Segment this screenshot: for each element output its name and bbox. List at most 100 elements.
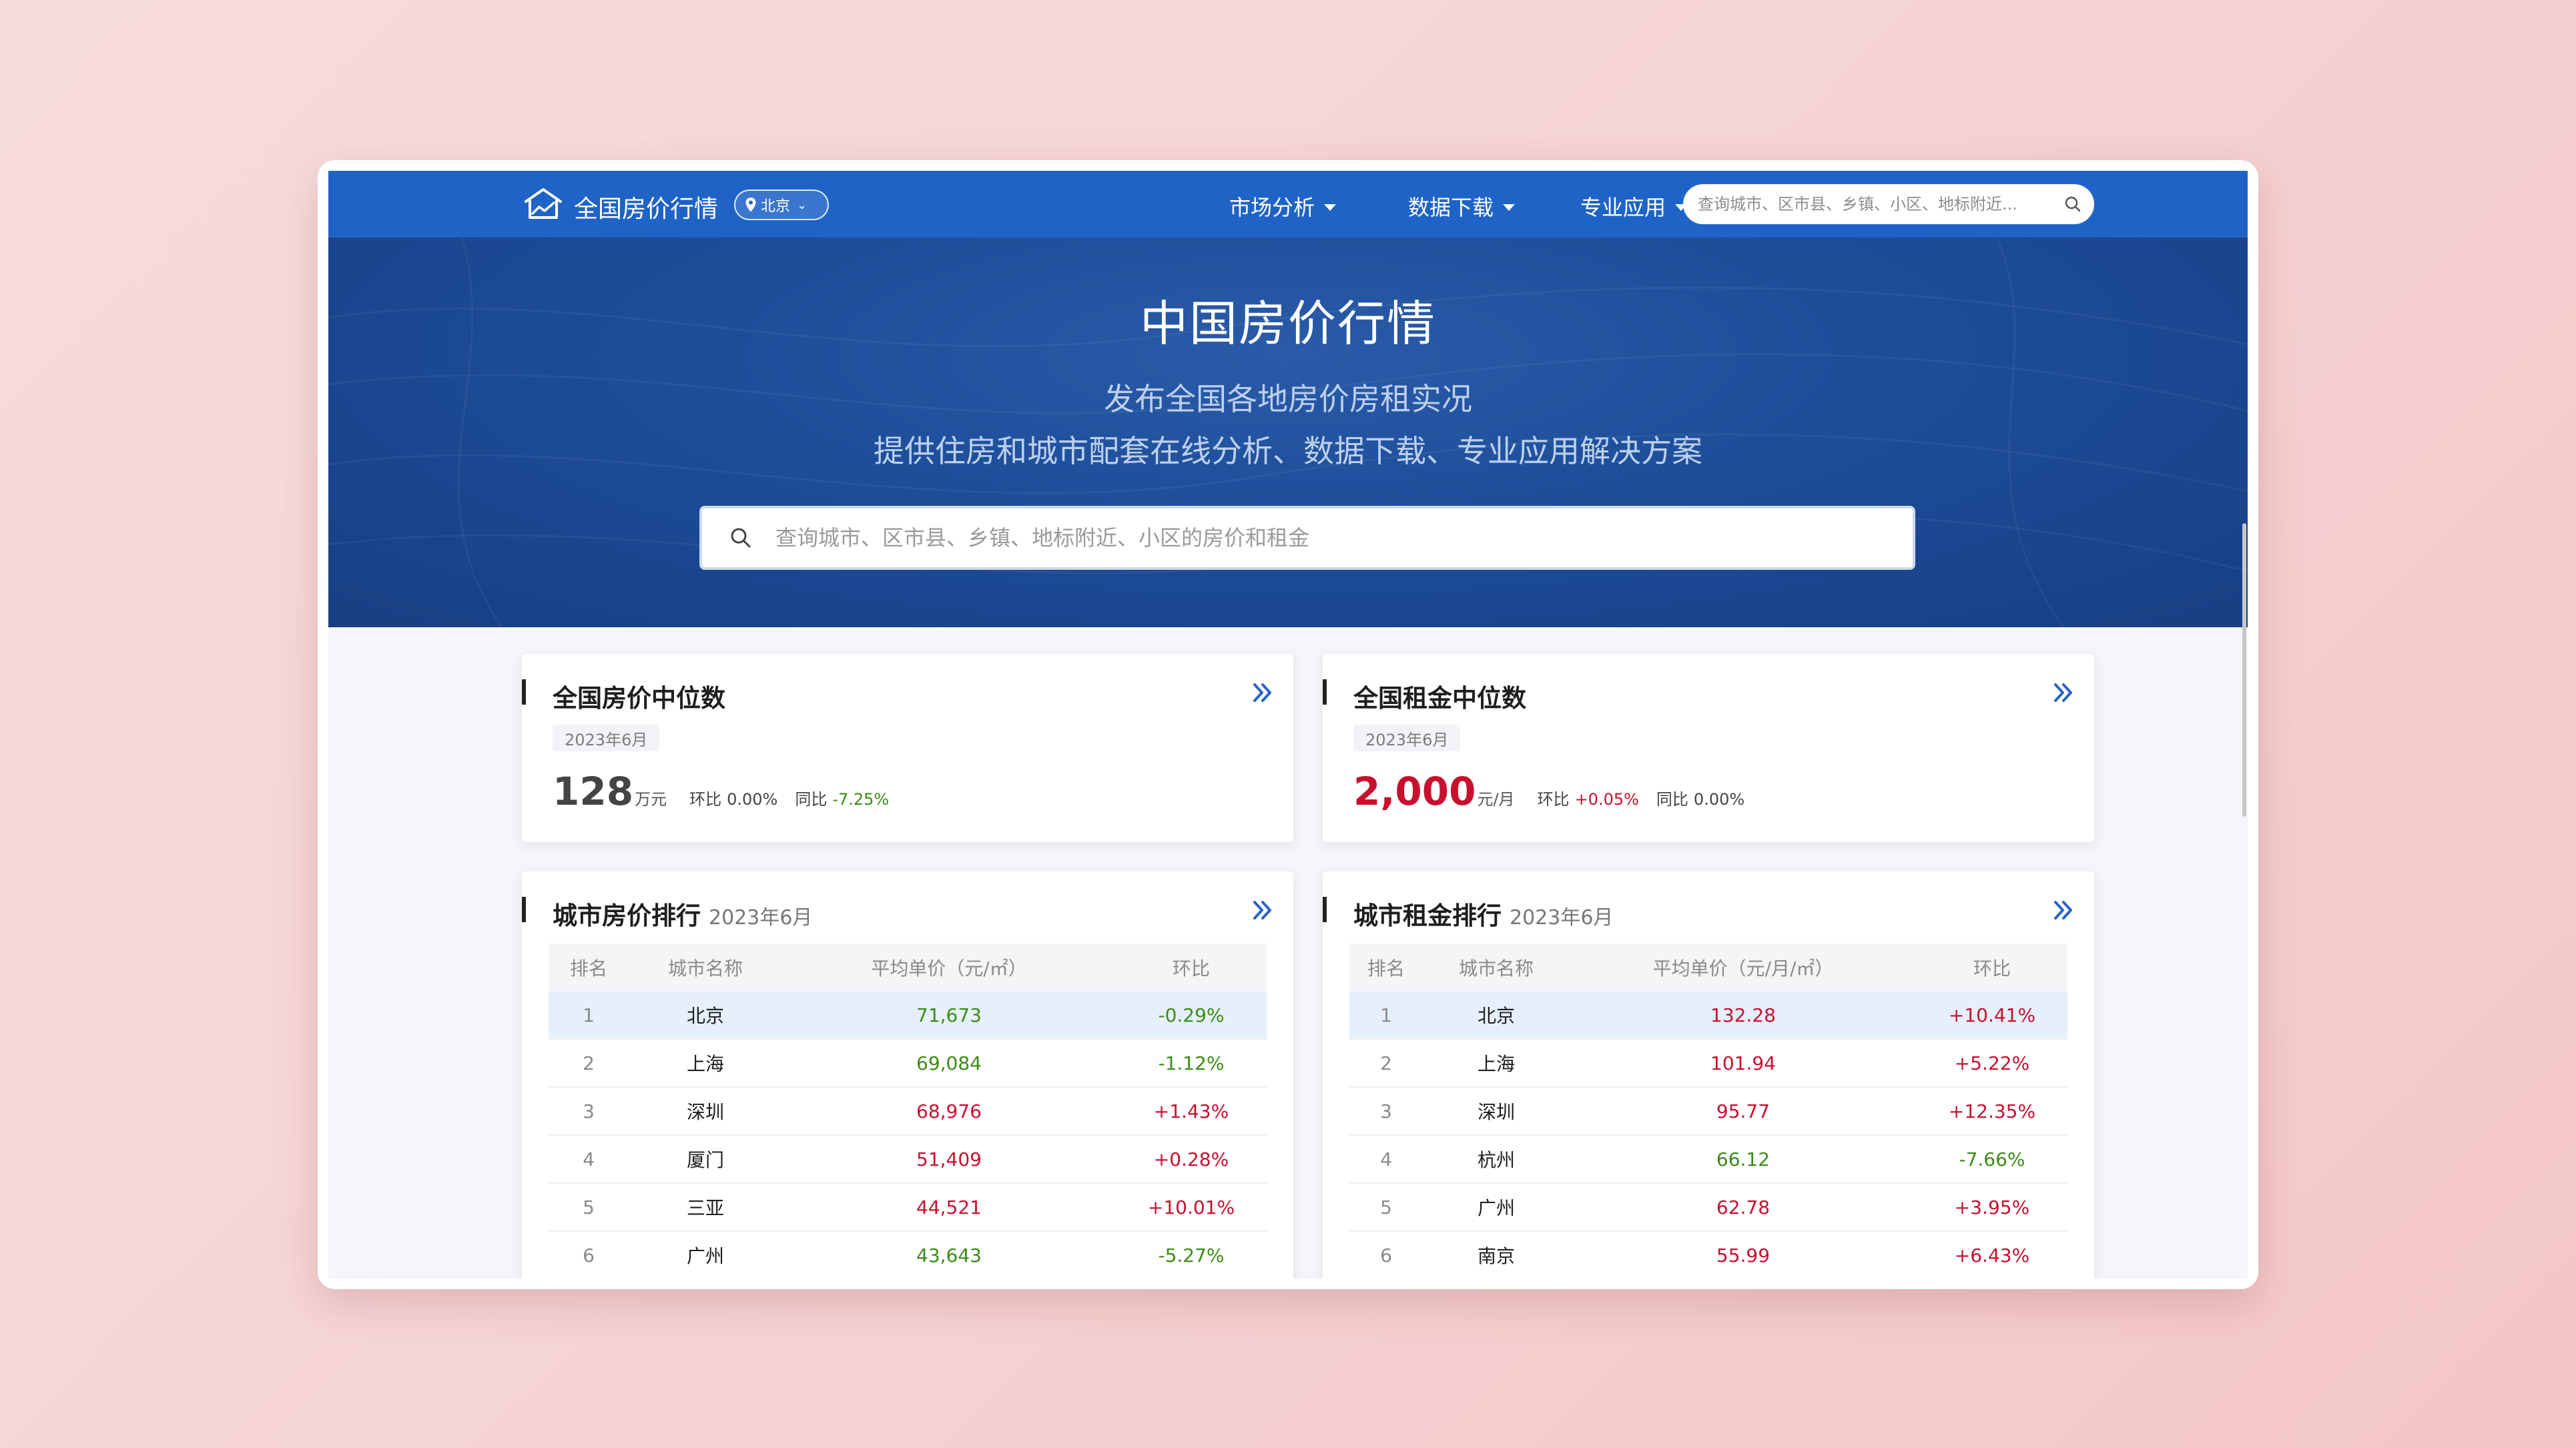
mom-value: +0.05% — [1574, 790, 1639, 809]
hero-search-box — [699, 506, 1915, 570]
city-cell[interactable]: 上海 — [629, 1050, 782, 1076]
change-cell: +10.01% — [1147, 1196, 1235, 1218]
rank-cell: 3 — [1380, 1100, 1392, 1122]
nav-menu-market[interactable]: 市场分析 — [1229, 191, 1337, 222]
stat-row: 2,000 元/月 环比 +0.05% 同比 0.00% — [1353, 769, 1762, 814]
rank-cell: 3 — [583, 1100, 595, 1122]
hero-subtitle: 发布全国各地房价房租实况 — [1104, 381, 1472, 417]
nav-menu-label: 市场分析 — [1229, 195, 1315, 220]
table-row[interactable]: 2 上海 69,084 -1.12% — [549, 1040, 1267, 1088]
page-scrollbar[interactable] — [2242, 523, 2246, 817]
nav-menu-label: 数据下载 — [1408, 195, 1494, 220]
change-cell: +12.35% — [1948, 1100, 2036, 1122]
table-row[interactable]: 2 上海 101.94 +5.22% — [1349, 1040, 2067, 1088]
city-cell[interactable]: 广州 — [1423, 1194, 1570, 1220]
table-row[interactable]: 1 北京 132.28 +10.41% — [1349, 992, 2067, 1040]
rank-cell: 5 — [583, 1196, 595, 1218]
city-cell[interactable]: 广州 — [629, 1242, 782, 1269]
price-cell: 55.99 — [1716, 1244, 1770, 1266]
date-tag: 2023年6月 — [553, 725, 660, 751]
hero-subtitle: 提供住房和城市配套在线分析、数据下载、专业应用解决方案 — [874, 433, 1702, 469]
city-cell[interactable]: 三亚 — [629, 1194, 782, 1220]
table-row[interactable]: 3 深圳 95.77 +12.35% — [1349, 1088, 2067, 1136]
rent-rank-table: 排名 城市名称 平均单价（元/月/㎡） 环比 1 北京 132.28 +10.41% 2… — [1349, 944, 2067, 1279]
change-cell: +3.95% — [1954, 1196, 2030, 1218]
city-cell[interactable]: 南京 — [1423, 1242, 1570, 1269]
search-icon[interactable] — [729, 526, 753, 550]
double-chevron-right-icon[interactable] — [2051, 898, 2075, 922]
table-row[interactable]: 4 厦门 51,409 +0.28% — [549, 1136, 1267, 1184]
brand-name[interactable]: 全国房价行情 — [574, 190, 718, 224]
browser-frame: 全国房价行情 北京 ⌄ 市场分析 数据下载 专业应用 资讯 关于 — [318, 160, 2258, 1289]
header-cell: 城市名称 — [1458, 958, 1534, 980]
table-row[interactable]: 4 杭州 66.12 -7.66% — [1349, 1136, 2067, 1184]
median-unit: 元/月 — [1477, 790, 1515, 809]
table-row[interactable]: 3 深圳 68,976 +1.43% — [549, 1088, 1267, 1136]
house-logo-icon[interactable] — [522, 183, 565, 226]
card-title: 全国租金中位数 — [1353, 684, 1526, 713]
change-cell: +0.28% — [1153, 1148, 1229, 1170]
city-cell[interactable]: 厦门 — [629, 1146, 782, 1172]
header-cell: 平均单价（元/月/㎡） — [1652, 958, 1834, 980]
nav-search-input[interactable] — [1698, 195, 2063, 214]
rank-cell: 5 — [1380, 1196, 1392, 1218]
change-cell: -7.66% — [1959, 1148, 2025, 1170]
page: 全国房价行情 北京 ⌄ 市场分析 数据下载 专业应用 资讯 关于 — [328, 171, 2248, 1279]
nav-menu-download[interactable]: 数据下载 — [1408, 191, 1516, 222]
caret-down-icon — [1324, 204, 1337, 211]
price-cell: 71,673 — [916, 1004, 982, 1026]
header-cell: 城市名称 — [667, 958, 743, 980]
yoy-value: 0.00% — [1693, 790, 1745, 809]
top-nav: 全国房价行情 北京 ⌄ 市场分析 数据下载 专业应用 资讯 关于 — [328, 171, 2248, 238]
table-body: 1 北京 132.28 +10.41% 2 上海 101.94 +5.22% 3 深圳 95.77 +… — [1349, 992, 2067, 1279]
change-cell: +10.41% — [1948, 1004, 2036, 1026]
city-cell[interactable]: 北京 — [629, 1002, 782, 1028]
mom-label: 环比 — [689, 790, 722, 809]
title-accent-bar — [1323, 679, 1327, 705]
table-body: 1 北京 71,673 -0.29% 2 上海 69,084 -1.12% 3 深圳 68,976 +… — [549, 992, 1267, 1279]
price-cell: 69,084 — [916, 1052, 982, 1074]
price-cell: 95.77 — [1716, 1100, 1770, 1122]
nav-menu-pro[interactable]: 专业应用 — [1580, 191, 1688, 222]
table-row[interactable]: 1 北京 71,673 -0.29% — [549, 992, 1267, 1040]
table-row[interactable]: 5 三亚 44,521 +10.01% — [549, 1184, 1267, 1232]
table-row[interactable]: 6 南京 55.99 +6.43% — [1349, 1232, 2067, 1279]
rent-median-card: 全国租金中位数 2023年6月 2,000 元/月 环比 +0.05% 同比 0… — [1323, 654, 2094, 842]
change-cell: +5.22% — [1954, 1052, 2030, 1074]
header-cell: 环比 — [1973, 958, 2011, 980]
card-title: 城市房价排行 — [553, 901, 701, 930]
double-chevron-right-icon[interactable] — [1251, 681, 1275, 705]
table-header: 排名 城市名称 平均单价（元/㎡） 环比 — [549, 944, 1267, 992]
city-cell[interactable]: 深圳 — [1423, 1098, 1570, 1124]
double-chevron-right-icon[interactable] — [2051, 681, 2075, 705]
rank-cell: 4 — [583, 1148, 595, 1170]
city-cell[interactable]: 北京 — [1423, 1002, 1570, 1028]
city-selector[interactable]: 北京 ⌄ — [734, 190, 829, 220]
double-chevron-right-icon[interactable] — [1251, 898, 1275, 922]
change-cell: +6.43% — [1954, 1244, 2030, 1266]
change-cell: -0.29% — [1158, 1004, 1225, 1026]
mom-label: 环比 — [1537, 790, 1570, 809]
table-row[interactable]: 6 广州 43,643 -5.27% — [549, 1232, 1267, 1279]
search-icon[interactable] — [2063, 195, 2082, 214]
price-cell: 44,521 — [916, 1196, 982, 1218]
date-tag: 2023年6月 — [1353, 725, 1461, 751]
city-cell[interactable]: 深圳 — [629, 1098, 782, 1124]
header-cell: 排名 — [1367, 958, 1405, 980]
price-cell: 66.12 — [1716, 1148, 1770, 1170]
table-row[interactable]: 5 广州 62.78 +3.95% — [1349, 1184, 2067, 1232]
stat-row: 128 万元 环比 0.00% 同比 -7.25% — [553, 769, 906, 814]
table-header: 排名 城市名称 平均单价（元/月/㎡） 环比 — [1349, 944, 2067, 992]
title-accent-bar — [522, 897, 526, 922]
city-cell[interactable]: 杭州 — [1423, 1146, 1570, 1172]
change-cell: -1.12% — [1158, 1052, 1225, 1074]
yoy-label: 同比 — [795, 790, 828, 809]
city-selector-label: 北京 — [761, 198, 791, 215]
card-title: 全国房价中位数 — [553, 684, 725, 713]
price-cell: 62.78 — [1716, 1196, 1770, 1218]
city-cell[interactable]: 上海 — [1423, 1050, 1570, 1076]
hero-search-input[interactable] — [775, 525, 1886, 551]
header-cell: 排名 — [569, 958, 607, 980]
header-cell: 环比 — [1172, 958, 1210, 980]
rank-cell: 1 — [583, 1004, 595, 1026]
